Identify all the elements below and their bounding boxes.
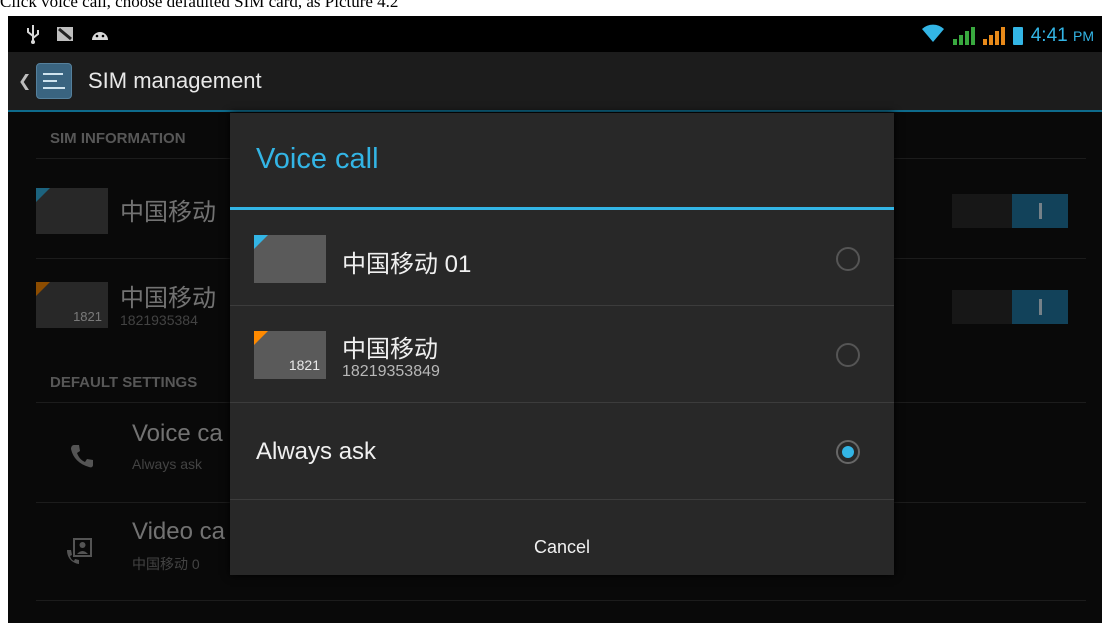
option-sim1[interactable]: 中国移动 01 (230, 210, 894, 306)
radio-button[interactable] (836, 343, 860, 367)
cancel-button[interactable]: Cancel (230, 519, 894, 575)
option-label: 中国移动 (342, 336, 438, 363)
status-icons-left (26, 24, 110, 50)
option-label: Always ask (256, 438, 377, 465)
screenshot-icon (56, 26, 74, 48)
clock: 4:41 PM (1030, 24, 1094, 46)
wifi-icon (921, 23, 945, 48)
dialog-title: Voice call (256, 143, 379, 175)
option-sim2[interactable]: 1821 中国移动 18219353849 (230, 307, 894, 403)
android-icon (90, 27, 110, 47)
battery-icon (1012, 26, 1023, 45)
sim2-color-marker (254, 331, 268, 345)
signal-sim2-icon (982, 26, 1005, 45)
usb-icon (26, 24, 40, 50)
page-title: SIM management (88, 68, 262, 93)
radio-button-selected[interactable] (836, 440, 860, 464)
status-bar: 4:41 PM (8, 16, 1102, 52)
back-chevron-icon[interactable]: ❮ (18, 71, 31, 91)
option-always-ask[interactable]: Always ask (230, 404, 894, 500)
action-bar: ❮ SIM management (8, 52, 1102, 112)
sim1-thumbnail (254, 235, 326, 283)
sim-settings-icon[interactable] (36, 63, 72, 99)
radio-button[interactable] (836, 247, 860, 271)
status-icons-right: 4:41 PM (921, 23, 1094, 48)
option-subtitle: 18219353849 (342, 363, 440, 380)
signal-sim1-icon (952, 26, 975, 45)
caption-text: Click voice call, choose defaulted SIM c… (0, 0, 399, 11)
voice-call-dialog: Voice call 中国移动 01 1821 中国移动 18219353849… (230, 113, 894, 575)
sim1-color-marker (254, 235, 268, 249)
option-label: 中国移动 01 (342, 251, 472, 278)
sim2-thumbnail: 1821 (254, 331, 326, 379)
device-screen: 4:41 PM ❮ SIM management SIM INFORMATION… (8, 16, 1102, 623)
